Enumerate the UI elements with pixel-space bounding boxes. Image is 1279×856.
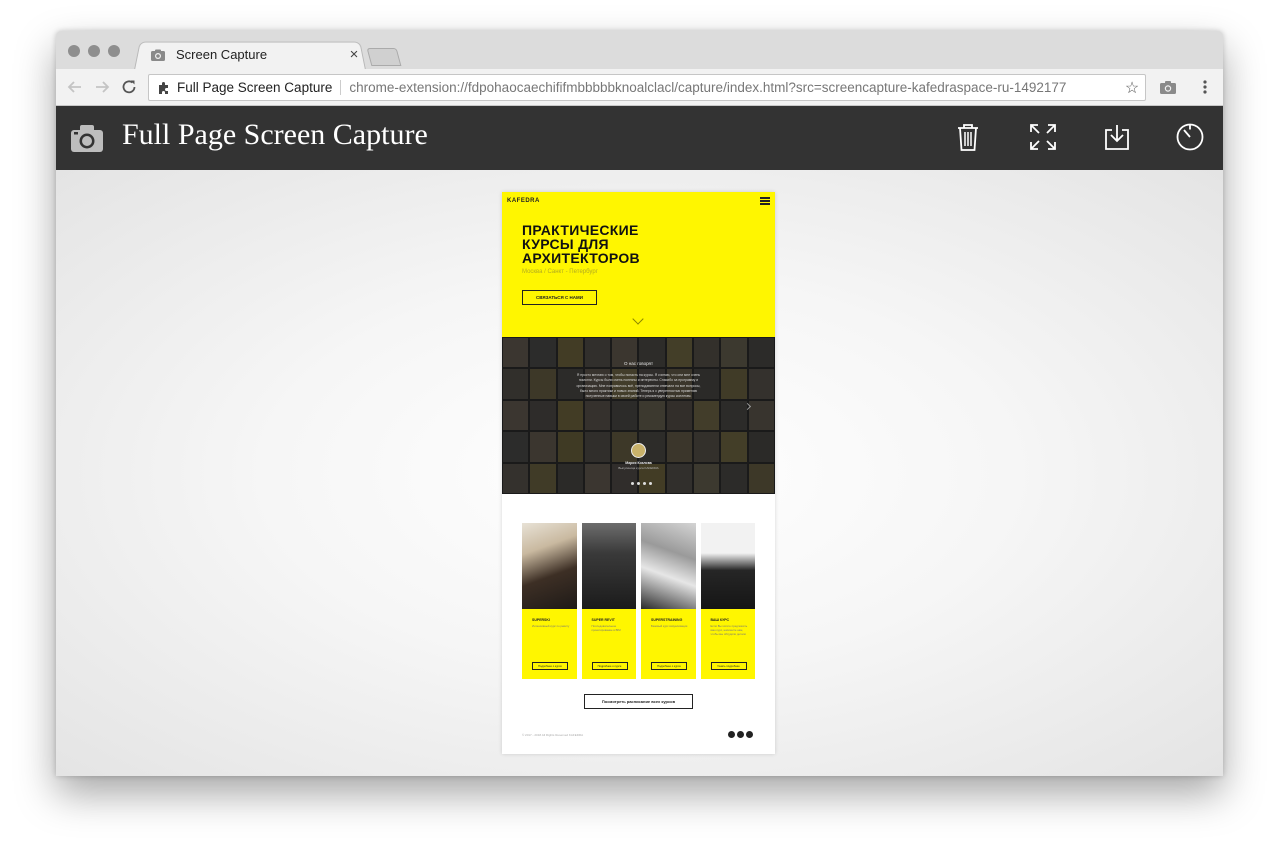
camera-icon [151,49,165,61]
site-hero: KAFEDRA ПРАКТИЧЕСКИЕ КУРСЫ ДЛЯ АРХИТЕКТО… [502,192,775,337]
course-photo [641,523,696,609]
course-body: ВАШ КУРС Если Вы хотите предложить ваш к… [700,609,755,679]
zoom-window-button[interactable] [108,45,120,57]
tab-close-icon[interactable]: × [346,46,362,63]
browser-tab[interactable]: Screen Capture × [148,40,362,69]
close-window-button[interactable] [68,45,80,57]
avatar [631,443,646,458]
tab-title: Screen Capture [176,47,268,62]
testimonial-heading: О нас говорят [623,361,654,366]
forward-button[interactable] [91,76,113,98]
address-bar[interactable]: Full Page Screen Capture chrome-extensio… [148,74,1146,101]
arrow-left-icon [67,81,81,93]
carousel-dots [631,482,652,485]
course-card: SUPERSKI Интенсивный курс по ревиту Подр… [522,523,577,679]
testimonial-name: Мария Козлова [625,461,652,465]
chrome-menu-button[interactable] [1195,77,1215,97]
facebook-icon [728,731,735,738]
course-description: Интенсивный курс по ревиту [532,624,570,628]
course-body: SUPER REVIT Последовательное проектирова… [581,609,636,679]
extension-name: Full Page Screen Capture [177,80,342,95]
testimonial-role: Выпускница курса KAFEDRA [618,466,659,470]
hero-title: ПРАКТИЧЕСКИЕ КУРСЫ ДЛЯ АРХИТЕКТОРОВ [522,222,640,266]
minimize-window-button[interactable] [88,45,100,57]
course-description: Базовый курс визуализации [651,624,688,628]
browser-toolbar: Full Page Screen Capture chrome-extensio… [56,69,1223,106]
course-name: SUPER REVIT [591,618,615,622]
arrow-right-icon [96,81,110,93]
capture-viewport[interactable]: KAFEDRA ПРАКТИЧЕСКИЕ КУРСЫ ДЛЯ АРХИТЕКТО… [56,170,1223,776]
captured-page-preview[interactable]: KAFEDRA ПРАКТИЧЕСКИЕ КУРСЫ ДЛЯ АРХИТЕКТО… [502,192,775,754]
contact-button: СВЯЗАТЬСЯ С НАМИ [522,290,597,305]
course-card: ВАШ КУРС Если Вы хотите предложить ваш к… [700,523,755,679]
course-card: SUPERSTRAINING Базовый курс визуализации… [641,523,696,679]
fullscreen-icon [1030,124,1056,150]
timer-button[interactable] [1173,120,1207,154]
social-icons [728,731,753,738]
more-vertical-icon [1203,80,1207,94]
puzzle-icon [159,81,168,94]
course-description: Если Вы хотите предложить ваш курс, напи… [710,624,748,636]
site-footer-text: © 2017 - 2018 All Rights Reserved KAFEDR… [522,733,584,737]
course-details-button: Узнать подробнее [710,662,747,670]
browser-window: Screen Capture × Full Page Screen Captur… [56,31,1223,776]
timer-icon [1176,123,1204,151]
fullscreen-button[interactable] [1026,120,1060,154]
course-body: SUPERSKI Интенсивный курс по ревиту Подр… [522,609,577,679]
courses-list: SUPERSKI Интенсивный курс по ревиту Подр… [522,523,756,679]
back-button[interactable] [64,76,86,98]
reload-button[interactable] [118,76,140,98]
camera-icon [1160,81,1176,94]
vk-icon [737,731,744,738]
app-title: Full Page Screen Capture [122,118,428,151]
course-details-button: Подробнее о курсе [651,662,687,670]
course-name: SUPERSKI [532,618,550,622]
app-header: Full Page Screen Capture [56,106,1223,170]
camera-icon [71,125,103,152]
site-logo: KAFEDRA [507,198,540,204]
course-body: SUPERSTRAINING Базовый курс визуализации… [641,609,696,679]
chevron-down-icon [632,313,644,325]
trash-icon [958,124,978,151]
course-card: SUPER REVIT Последовательное проектирова… [581,523,636,679]
course-photo [700,523,755,609]
reload-icon [122,80,136,94]
all-courses-button: Посмотреть расписание всех курсов [584,694,693,709]
course-name: ВАШ КУРС [710,618,730,622]
title-bar: Screen Capture × [56,31,1223,70]
new-tab-button[interactable] [366,48,402,66]
menu-icon [760,197,770,205]
hero-subtitle: Москва / Санкт - Петербург [522,269,598,275]
delete-button[interactable] [951,120,985,154]
course-photo [522,523,577,609]
download-icon [1105,125,1129,150]
bookmark-star-icon[interactable]: ☆ [1119,78,1145,98]
testimonial-text: Я просто мечтаю о том, чтобы попасть на … [576,373,701,399]
course-details-button: Подробнее о курсе [532,662,568,670]
testimonial-section: О нас говорят Я просто мечтаю о том, что… [502,337,775,494]
download-button[interactable] [1100,120,1134,154]
course-description: Последовательное проектирование в BIM [591,624,621,632]
course-details-button: Подробнее о курсе [591,662,628,670]
course-photo [581,523,636,609]
course-name: SUPERSTRAINING [651,618,683,622]
url-text[interactable]: chrome-extension://fdpohaocaechififmbbbb… [349,80,1119,95]
instagram-icon [746,731,753,738]
extension-button[interactable] [1158,77,1178,97]
